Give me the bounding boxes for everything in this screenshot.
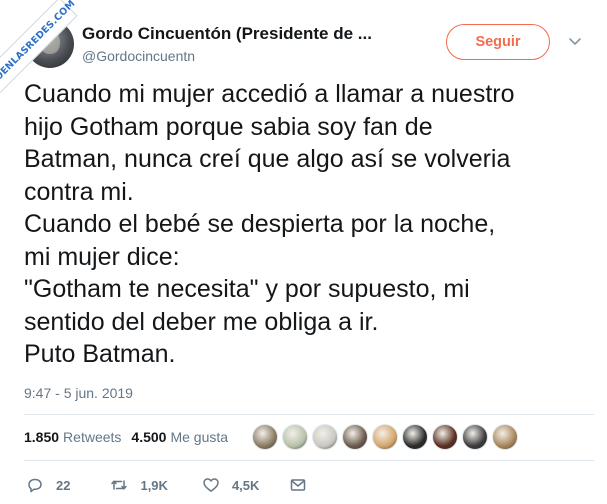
reply-icon — [28, 478, 42, 493]
envelope-icon — [291, 479, 306, 491]
like-count: 4,5K — [231, 477, 260, 493]
engagement-stats: 1.850 Retweets 4.500 Me gusta — [24, 427, 228, 447]
tweet-timestamp[interactable]: 9:47 - 5 jun. 2019 — [24, 385, 133, 401]
heart-icon — [203, 478, 219, 492]
direct-message-button[interactable] — [289, 476, 307, 494]
liker-avatar[interactable] — [342, 424, 368, 450]
divider — [24, 460, 594, 461]
liker-avatar[interactable] — [282, 424, 308, 450]
liker-avatar[interactable] — [312, 424, 338, 450]
likes-count[interactable]: 4.500 — [131, 429, 166, 445]
tweet-line: "Gotham te necesita" y por supuesto, mi — [24, 275, 470, 303]
reply-button[interactable]: 22 — [26, 476, 70, 494]
follow-button[interactable]: Seguir — [446, 24, 550, 60]
display-name[interactable]: Gordo Cincuentón (Presidente de ... — [82, 24, 442, 44]
retweets-count[interactable]: 1.850 — [24, 429, 59, 445]
tweet-line: Batman, nunca creí que algo así se volve… — [24, 145, 511, 173]
retweet-icon — [111, 480, 128, 490]
liker-avatar[interactable] — [432, 424, 458, 450]
tweet-line: Cuando mi mujer accedió a llamar a nuest… — [24, 80, 515, 108]
tweet-line: Cuando el bebé se despierta por la noche… — [24, 210, 496, 238]
liker-avatar[interactable] — [492, 424, 518, 450]
retweet-count: 1,9K — [140, 477, 168, 493]
liker-avatars — [252, 424, 522, 450]
tweet-line: contra mi. — [24, 177, 134, 206]
like-button[interactable]: 4,5K — [202, 476, 259, 494]
likes-label[interactable]: Me gusta — [170, 429, 228, 445]
retweets-label[interactable]: Retweets — [63, 429, 121, 445]
author-names: Gordo Cincuentón (Presidente de ... @Gor… — [82, 24, 442, 64]
tweet-header: Gordo Cincuentón (Presidente de ... @Gor… — [26, 16, 596, 74]
tweet-line: hijo Gotham porque sabia soy fan de — [24, 112, 433, 141]
tweet-line: mi mujer dice: — [24, 242, 180, 271]
liker-avatar[interactable] — [372, 424, 398, 450]
tweet-text: Cuando mi mujer accedió a llamar a nuest… — [24, 78, 594, 371]
reply-count: 22 — [56, 477, 71, 493]
retweet-button[interactable]: 1,9K — [110, 476, 168, 494]
chevron-down-icon[interactable] — [566, 32, 584, 50]
tweet-line: Puto Batman. — [24, 340, 176, 368]
liker-avatar[interactable] — [252, 424, 278, 450]
username-handle[interactable]: @Gordocincuentn — [82, 48, 442, 64]
liker-avatar[interactable] — [462, 424, 488, 450]
divider — [24, 414, 594, 415]
liker-avatar[interactable] — [402, 424, 428, 450]
tweet-line: sentido del deber me obliga a ir. — [24, 307, 379, 336]
tweet-actions: 22 1,9K 4,5K — [26, 474, 307, 496]
